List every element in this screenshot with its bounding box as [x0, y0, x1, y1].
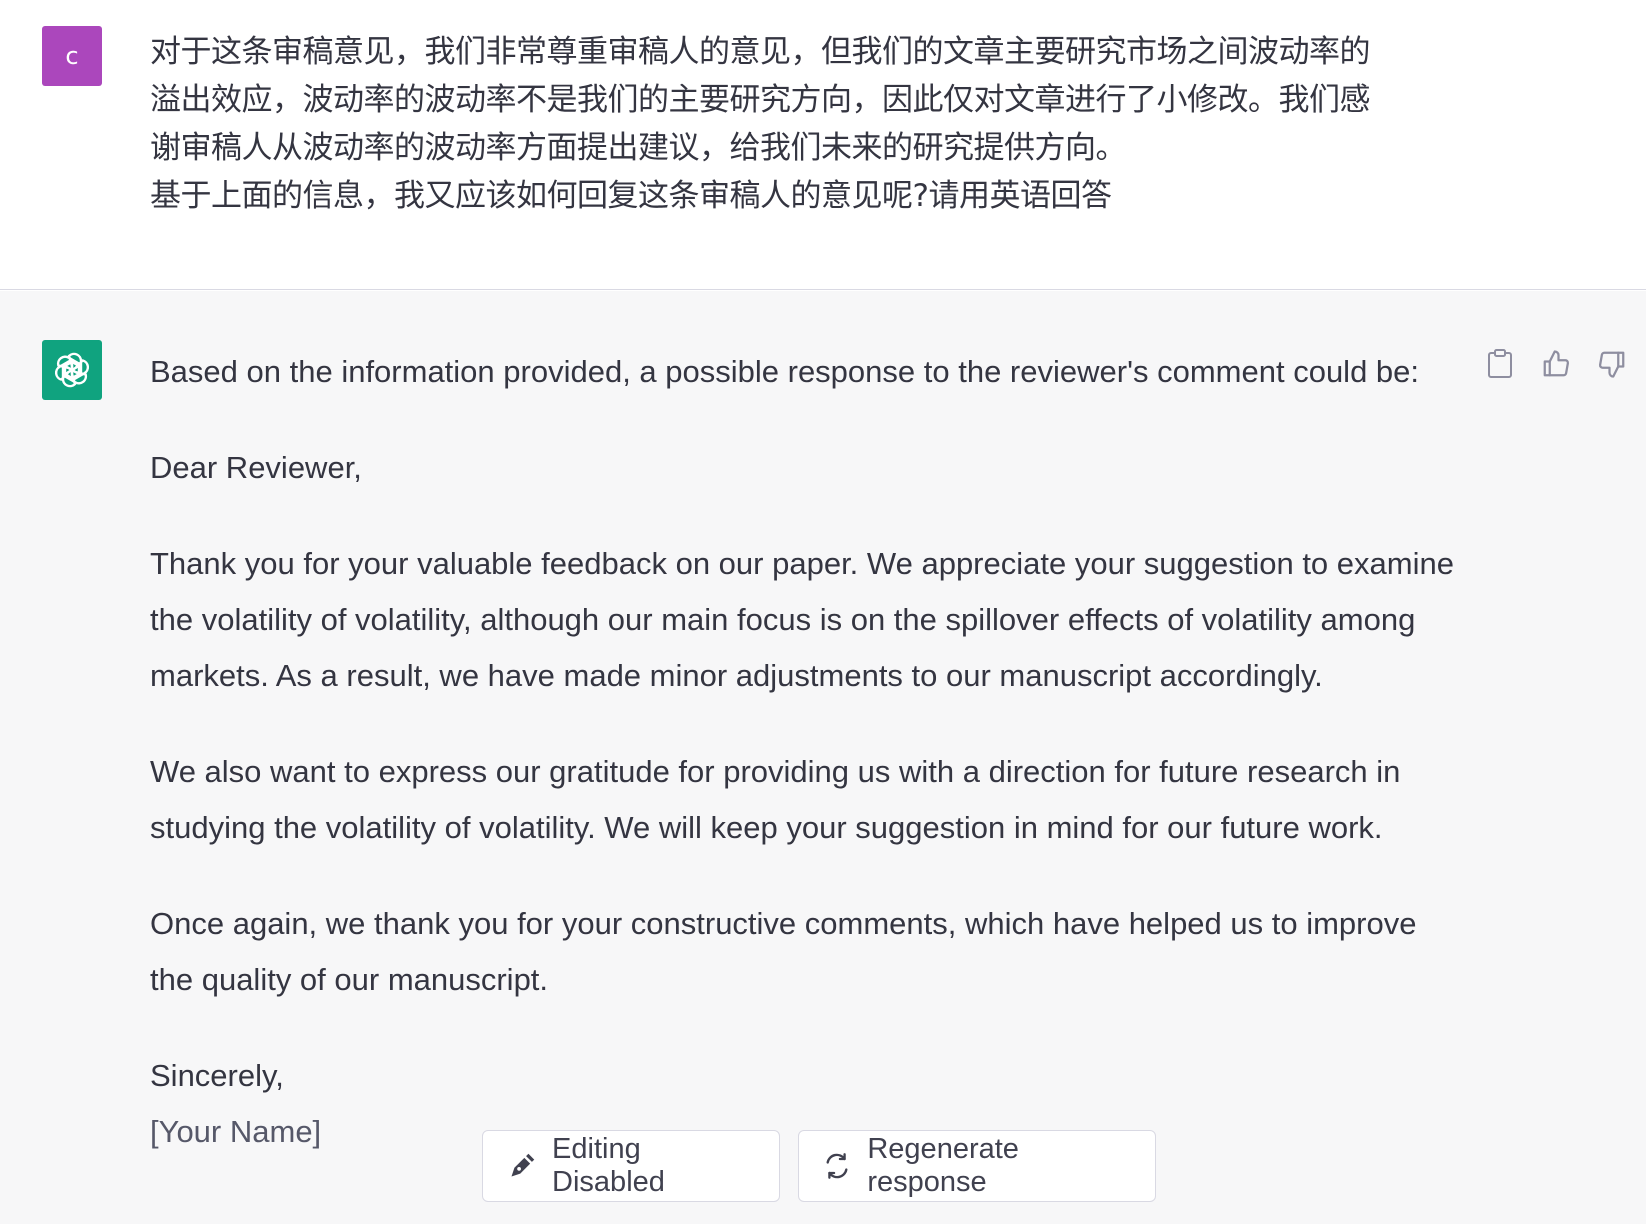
response-intro: Based on the information provided, a pos…: [150, 354, 1420, 389]
user-avatar: c: [42, 26, 102, 86]
assistant-message: Based on the information provided, a pos…: [0, 291, 1646, 1224]
user-message-line: 基于上面的信息，我又应该如何回复这条审稿人的意见呢?请用英语回答: [150, 178, 1112, 214]
thumbs-down-icon[interactable]: [1596, 348, 1628, 380]
message-actions: [1484, 348, 1628, 380]
editing-disabled-button[interactable]: Editing Disabled: [482, 1130, 780, 1202]
user-message-line: 谢审稿人从波动率的波动率方面提出建议，给我们未来的研究提供方向。: [150, 130, 1127, 166]
refresh-icon: [823, 1151, 851, 1181]
user-message-line: 溢出效应，波动率的波动率不是我们的主要研究方向，因此仅对文章进行了小修改。我们感: [150, 82, 1371, 118]
user-message-line: 对于这条审稿意见，我们非常尊重审稿人的意见，但我们的文章主要研究市场之间波动率的: [150, 34, 1371, 70]
response-paragraph: Thank you for your valuable feedback on …: [150, 546, 1454, 693]
regenerate-response-button[interactable]: Regenerate response: [798, 1130, 1156, 1202]
user-avatar-initial: c: [65, 42, 79, 70]
response-paragraph: We also want to express our gratitude fo…: [150, 754, 1401, 845]
chatgpt-logo-icon: [42, 340, 102, 400]
clipboard-icon[interactable]: [1484, 348, 1516, 380]
pen-icon: [507, 1151, 536, 1181]
user-message: c 对于这条审稿意见，我们非常尊重审稿人的意见，但我们的文章主要研究市场之间波动…: [0, 0, 1646, 290]
thumbs-up-icon[interactable]: [1540, 348, 1572, 380]
assistant-message-text: Based on the information provided, a pos…: [150, 344, 1460, 1160]
chat-page: c 对于这条审稿意见，我们非常尊重审稿人的意见，但我们的文章主要研究市场之间波动…: [0, 0, 1646, 1224]
regenerate-response-label: Regenerate response: [867, 1133, 1019, 1198]
response-paragraph: Once again, we thank you for your constr…: [150, 906, 1417, 997]
response-closing: Sincerely,: [150, 1058, 284, 1093]
editing-disabled-label: Editing Disabled: [552, 1133, 665, 1198]
response-greeting: Dear Reviewer,: [150, 450, 362, 485]
user-message-text: 对于这条审稿意见，我们非常尊重审稿人的意见，但我们的文章主要研究市场之间波动率的…: [150, 28, 1450, 220]
